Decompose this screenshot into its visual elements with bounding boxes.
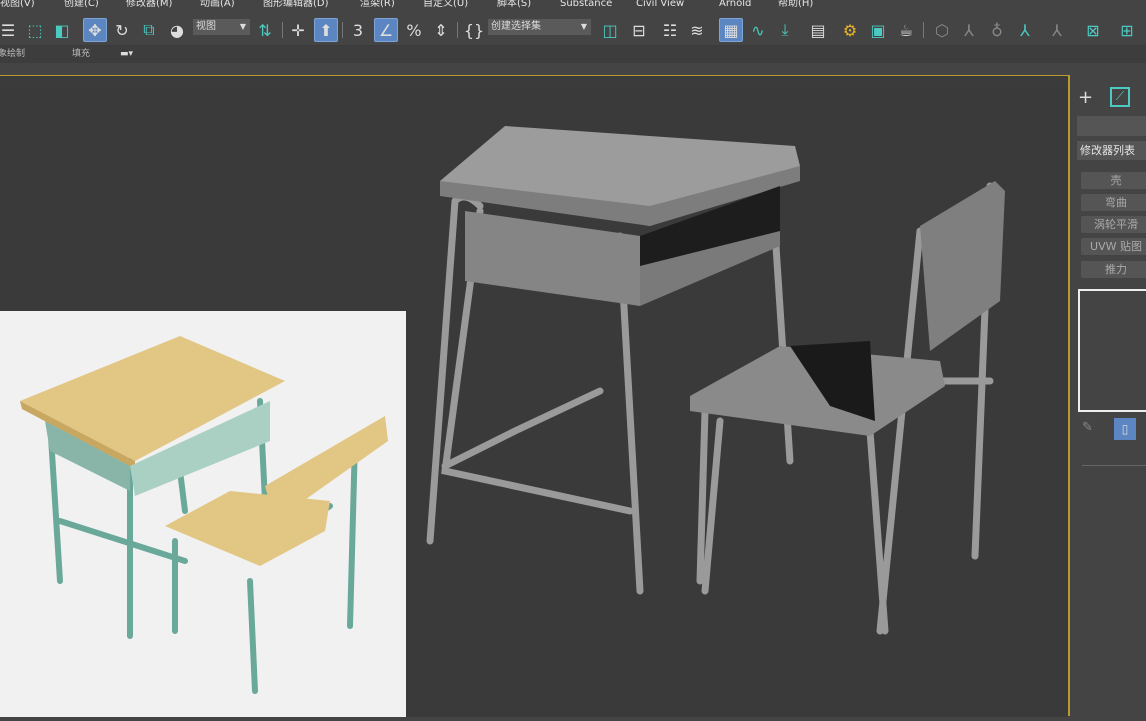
modifier-shell-button[interactable]: 壳 bbox=[1081, 172, 1146, 189]
modifier-list-dropdown[interactable]: 修改器列表 bbox=[1077, 141, 1146, 160]
curve-editor-icon[interactable]: ∿ bbox=[746, 18, 770, 42]
create-tab-icon[interactable]: + bbox=[1078, 87, 1093, 108]
separator bbox=[923, 22, 924, 38]
modifier-turbosmooth-button[interactable]: 涡轮平滑 bbox=[1081, 216, 1146, 233]
ribbon-options-icon[interactable]: ▬▾ bbox=[120, 46, 133, 63]
reference-desk-chair-image bbox=[20, 336, 388, 694]
main-toolbar: ☰ ⬚ ◧ ✥ ↻ ⧉ ◕ 视图 ▼ ⇅ ✛ ⬆ 3 ∠ % ⇕ {} 创建选择集… bbox=[0, 12, 1146, 46]
menu-scripting[interactable]: 脚本(S) bbox=[497, 0, 531, 9]
align-icon[interactable]: ⊟ bbox=[627, 18, 651, 42]
reference-coord-dropdown[interactable]: 视图 ▼ bbox=[193, 19, 250, 35]
menu-view[interactable]: 视图(V) bbox=[0, 0, 35, 9]
layer-explorer-icon[interactable]: ≋ bbox=[685, 18, 709, 42]
angle-snap-icon[interactable]: ∠ bbox=[374, 18, 398, 42]
mirror-icon[interactable]: ◫ bbox=[598, 18, 622, 42]
object-name-field[interactable] bbox=[1077, 116, 1146, 136]
viewport[interactable] bbox=[0, 75, 1070, 717]
ribbon-tab-populate[interactable]: 填充 bbox=[72, 46, 90, 63]
arnold-tool-3-icon[interactable]: ♁ bbox=[985, 18, 1009, 42]
menu-modifiers[interactable]: 修改器(M) bbox=[126, 0, 172, 9]
select-by-name-icon[interactable]: ☰ bbox=[0, 18, 20, 42]
modifier-uvw-map-button[interactable]: UVW 贴图 bbox=[1081, 238, 1146, 255]
divider bbox=[1082, 465, 1146, 466]
separator bbox=[457, 22, 458, 38]
menu-arnold[interactable]: Arnold bbox=[719, 0, 751, 9]
show-end-result-icon[interactable]: ▯ bbox=[1114, 418, 1136, 440]
window-crossing-icon[interactable]: ◧ bbox=[50, 18, 74, 42]
arnold-tool-7-icon[interactable]: ⊞ bbox=[1115, 18, 1139, 42]
arnold-tool-5-icon[interactable]: ⅄ bbox=[1045, 18, 1069, 42]
pin-stack-icon[interactable]: ✎ bbox=[1082, 420, 1093, 435]
modifier-bend-button[interactable]: 弯曲 bbox=[1081, 194, 1146, 211]
separator bbox=[282, 22, 283, 38]
arnold-tool-2-icon[interactable]: ⅄ bbox=[957, 18, 981, 42]
scale-icon[interactable]: ⧉ bbox=[137, 18, 161, 42]
material-editor-icon[interactable]: ▤ bbox=[806, 18, 830, 42]
menu-substance[interactable]: Substance bbox=[560, 0, 612, 9]
viewport-header bbox=[0, 63, 1070, 75]
separator bbox=[342, 22, 343, 38]
menu-graph-editors[interactable]: 图形编辑器(D) bbox=[263, 0, 329, 9]
ribbon-tab-paint[interactable]: 象绘制 bbox=[0, 46, 25, 63]
menu-bar: 视图(V) 创建(C) 修改器(M) 动画(A) 图形编辑器(D) 渲染(R) … bbox=[0, 0, 1146, 12]
command-panel: + ⟋ 修改器列表 壳 弯曲 涡轮平滑 UVW 贴图 推力 ✎ ▯ bbox=[1072, 75, 1146, 716]
render-setup-icon[interactable]: ⚙ bbox=[838, 18, 862, 42]
modifier-push-button[interactable]: 推力 bbox=[1081, 261, 1146, 278]
modifier-stack-list[interactable] bbox=[1078, 289, 1146, 412]
ribbon: 象绘制 填充 ▬▾ bbox=[0, 46, 1146, 63]
menu-rendering[interactable]: 渲染(R) bbox=[360, 0, 395, 9]
place-icon[interactable]: ◕ bbox=[165, 18, 189, 42]
move-icon[interactable]: ✥ bbox=[83, 18, 107, 42]
rotate-icon[interactable]: ↻ bbox=[110, 18, 134, 42]
scene-explorer-icon[interactable]: ☷ bbox=[658, 18, 682, 42]
rendered-frame-icon[interactable]: ▣ bbox=[866, 18, 890, 42]
menu-customize[interactable]: 自定义(U) bbox=[423, 0, 468, 9]
rect-selection-icon[interactable]: ⬚ bbox=[23, 18, 47, 42]
keyboard-shortcut-icon[interactable]: ⬆ bbox=[314, 18, 338, 42]
arnold-tool-6-icon[interactable]: ⊠ bbox=[1081, 18, 1105, 42]
reference-coord-value: 视图 bbox=[196, 21, 216, 32]
render-production-icon[interactable]: ☕ bbox=[894, 18, 918, 42]
schematic-view-icon[interactable]: ⤓ bbox=[773, 18, 797, 42]
snaps-toggle-icon[interactable]: 3 bbox=[346, 18, 370, 42]
percent-snap-icon[interactable]: % bbox=[402, 18, 426, 42]
select-manipulate-icon[interactable]: ✛ bbox=[286, 18, 310, 42]
menu-help[interactable]: 帮助(H) bbox=[778, 0, 813, 9]
arnold-tool-4-icon[interactable]: ⅄ bbox=[1013, 18, 1037, 42]
named-selection-value: 创建选择集 bbox=[491, 21, 541, 32]
pivot-icon[interactable]: ⇅ bbox=[253, 18, 277, 42]
edit-named-selection-icon[interactable]: {} bbox=[462, 18, 486, 42]
menu-create[interactable]: 创建(C) bbox=[64, 0, 99, 9]
menu-animation[interactable]: 动画(A) bbox=[200, 0, 235, 9]
named-selection-dropdown[interactable]: 创建选择集 ▼ bbox=[488, 19, 591, 35]
spinner-snap-icon[interactable]: ⇕ bbox=[429, 18, 453, 42]
menu-civil-view[interactable]: Civil View bbox=[636, 0, 684, 9]
reference-photo bbox=[0, 311, 406, 717]
ribbon-toggle-icon[interactable]: ▦ bbox=[719, 18, 743, 42]
modify-tab-icon[interactable]: ⟋ bbox=[1110, 87, 1130, 107]
arnold-tool-icon[interactable]: ⬡ bbox=[930, 18, 954, 42]
